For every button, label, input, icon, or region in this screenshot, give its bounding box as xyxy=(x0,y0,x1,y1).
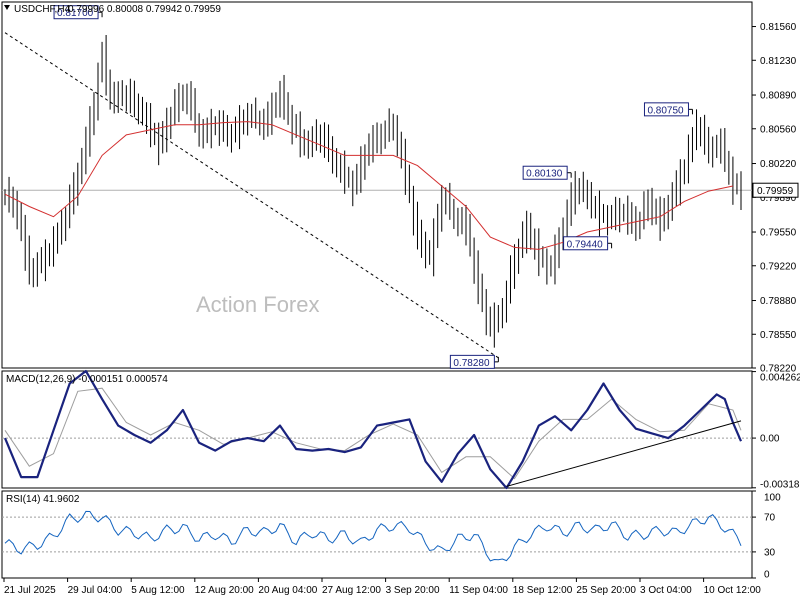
time-axis-label: 27 Aug 12:00 xyxy=(322,585,381,596)
macd-axis-label: -0.003188 xyxy=(760,480,800,491)
time-axis-label: 29 Jul 04:00 xyxy=(68,585,123,596)
time-axis-label: 20 Aug 04:00 xyxy=(258,585,317,596)
chart-canvas: 0.815600.812300.808900.805600.802200.798… xyxy=(1,1,800,596)
current-price-label: 0.79959 xyxy=(757,186,794,197)
macd-title: MACD(12,26,9) -0.000151 0.000574 xyxy=(6,374,168,385)
time-axis-label: 5 Aug 12:00 xyxy=(131,585,185,596)
time-axis-label: 21 Jul 2025 xyxy=(4,585,56,596)
price-annotation-label: 0.80130 xyxy=(526,169,563,180)
price-axis-label: 0.80560 xyxy=(760,124,797,135)
time-axis-label: 10 Oct 12:00 xyxy=(704,585,762,596)
price-axis-label: 0.81230 xyxy=(760,56,797,67)
macd-axis-label: 0.004262 xyxy=(760,373,800,384)
time-axis-label: 3 Oct 04:00 xyxy=(640,585,692,596)
price-axis-label: 0.78880 xyxy=(760,296,797,307)
price-axis-label: 0.79550 xyxy=(760,228,797,239)
watermark-text: Action Forex xyxy=(196,292,320,317)
price-axis-label: 0.79220 xyxy=(760,261,797,272)
rsi-title: RSI(14) 41.9602 xyxy=(6,494,80,505)
time-axis-label: 11 Sep 04:00 xyxy=(449,585,508,596)
rsi-axis-label: 100 xyxy=(764,493,781,504)
rsi-axis-label: 70 xyxy=(764,513,776,524)
macd-axis-label: 0.00 xyxy=(760,434,780,445)
time-axis-label: 3 Sep 20:00 xyxy=(386,585,440,596)
time-axis-label: 18 Sep 12:00 xyxy=(513,585,573,596)
time-axis-label: 25 Sep 20:00 xyxy=(576,585,636,596)
forex-chart: 0.81560 0.81230 0.80890 0.80560 0.80220 0.798… xyxy=(0,0,800,600)
price-annotation-label: 0.78280 xyxy=(453,358,490,369)
time-axis-label: 12 Aug 20:00 xyxy=(195,585,254,596)
price-axis-label: 0.78550 xyxy=(760,330,797,341)
chart-symbol-label: USDCHF,H4 xyxy=(14,4,71,15)
price-annotation-label: 0.80750 xyxy=(647,105,684,116)
rsi-axis-label: 0 xyxy=(764,570,770,581)
panel-frame-0 xyxy=(1,1,753,369)
price-axis-label: 0.80890 xyxy=(760,91,797,102)
price-axis-label: 0.80220 xyxy=(760,159,797,170)
price-annotation-label: 0.79440 xyxy=(567,239,604,250)
price-axis-label: 0.81560 xyxy=(760,22,797,33)
rsi-axis-label: 30 xyxy=(764,547,776,558)
chart-ohlc-values: 0.79996 0.80008 0.79942 0.79959 xyxy=(68,4,221,15)
